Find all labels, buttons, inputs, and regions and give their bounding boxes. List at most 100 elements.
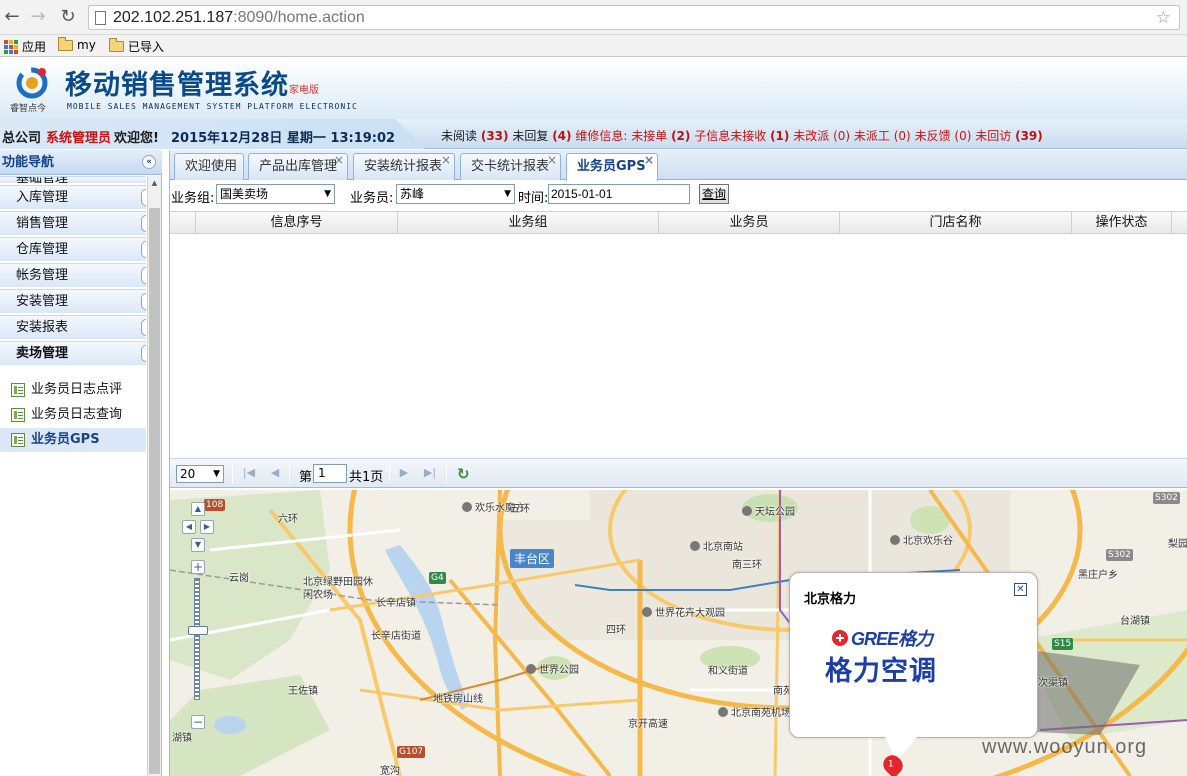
browser-toolbar: ← → ↻ 202.102.251.187:8090/home.action ☆ (0, 0, 1187, 35)
unread-link[interactable]: 未阅读 (441, 129, 477, 143)
pan-right-icon[interactable]: ▶ (200, 520, 214, 534)
close-icon[interactable]: ✕ (1014, 583, 1027, 596)
tab-sales-gps[interactable]: 业务员GPS × (566, 153, 658, 181)
close-icon[interactable]: × (334, 148, 344, 173)
unaccepted-link[interactable]: 未接单 (631, 129, 667, 143)
undispatched-count: (0) (893, 129, 911, 143)
tab-install-report[interactable]: 安装统计报表 × (353, 153, 455, 180)
first-page-icon[interactable]: |◀ (241, 465, 257, 481)
map-label: 世界花卉大观园 (642, 604, 725, 619)
pan-left-icon[interactable]: ◀ (182, 520, 196, 534)
road-shield: G4 (429, 572, 446, 584)
bookmark-star-icon[interactable]: ☆ (1156, 6, 1171, 29)
unreplied-link[interactable]: 未回复 (512, 129, 548, 143)
prev-page-icon[interactable]: ◀ (267, 465, 283, 481)
pan-down-icon[interactable]: ▼ (191, 538, 205, 552)
sidebar-item-install[interactable]: 安装管理 (0, 289, 146, 314)
folder-icon (109, 38, 124, 52)
unreplied-count: (4) (552, 129, 572, 143)
sidebar-item-warehouse[interactable]: 仓库管理 (0, 237, 146, 262)
tab-card-report[interactable]: 交卡统计报表 × (460, 153, 561, 180)
sidebar-item-inbound[interactable]: 入库管理 (0, 185, 146, 210)
bookmark-apps[interactable]: 应用 (4, 38, 46, 55)
sidebar-item-label: 入库管理 (16, 190, 69, 205)
sidebar-item-install-report[interactable]: 安装报表 (0, 315, 146, 340)
map-view[interactable]: 欢乐水魔方 天坛公园 北京南站 北京欢乐谷 丰台区 云岗 北京绿野田园休闲农场 … (170, 490, 1187, 776)
page-icon (95, 11, 106, 25)
group-select[interactable]: 国美卖场 ▼ (216, 184, 335, 204)
sidebar-subitem-gps[interactable]: 业务员GPS (0, 428, 146, 452)
dropdown-arrow-icon: ▼ (324, 189, 331, 199)
unchanged-link[interactable]: 未改派 (793, 129, 829, 143)
expand-handle (141, 319, 146, 336)
forward-icon[interactable]: → (27, 6, 49, 28)
zoom-out-icon[interactable]: − (191, 715, 205, 729)
sidebar-subitem-log-query[interactable]: 业务员日志查询 (0, 403, 146, 427)
bookmark-label: 已导入 (128, 40, 165, 54)
sidebar-scrollbar[interactable]: ▲ ▼ (147, 176, 161, 776)
app-header: 睿智点今 移动销售管理系统 家电版 MOBILE SALES MANAGEMEN… (0, 57, 1187, 119)
zoom-slider[interactable] (188, 626, 208, 635)
close-icon[interactable]: × (644, 148, 654, 173)
notification-summary: 未阅读 (33) 未回复 (4) 维修信息: 未接单 (2) 子信息未接收 (1… (441, 127, 1043, 144)
address-bar[interactable]: 202.102.251.187:8090/home.action ☆ (88, 5, 1180, 30)
close-icon[interactable]: × (441, 148, 451, 173)
tab-product-out[interactable]: 产品出库管理 × (248, 153, 348, 180)
bookmark-my[interactable]: my (58, 36, 96, 52)
close-icon[interactable]: × (547, 148, 557, 173)
page-number-input[interactable]: 1 (313, 464, 347, 483)
url-host: 202.102.251.187 (113, 9, 234, 26)
url-path: :8090/home.action (233, 9, 365, 26)
poi-icon (642, 607, 652, 617)
scroll-thumb[interactable] (149, 208, 160, 774)
next-page-icon[interactable]: ▶ (396, 465, 412, 481)
map-label: 北京欢乐谷 (890, 532, 953, 547)
page-size-value: 20 (180, 467, 196, 481)
zoom-in-icon[interactable]: + (191, 560, 205, 574)
sidebar-title: 功能导航 (2, 155, 55, 170)
airport-icon (718, 707, 728, 717)
map-label: 梨园 (1168, 539, 1187, 550)
watermark: www.wooyun.org (982, 736, 1148, 758)
column-header[interactable]: 操作状态 (1072, 212, 1172, 234)
unfeedback-link[interactable]: 未反馈 (915, 129, 951, 143)
logo-caption: 睿智点今 (10, 104, 47, 114)
column-header[interactable]: 信息序号 (196, 212, 398, 234)
sidebar-item-label: 基础管理 (16, 176, 69, 184)
column-header[interactable]: 门店名称 (840, 212, 1072, 234)
staff-select[interactable]: 苏峰 ▼ (396, 184, 515, 204)
tab-welcome[interactable]: 欢迎使用 (174, 153, 244, 180)
collapse-left-icon[interactable]: « (142, 155, 156, 169)
sidebar-subitem-log-review[interactable]: 业务员日志点评 (0, 378, 146, 402)
last-page-icon[interactable]: ▶| (422, 465, 438, 481)
sidebar-item-label: 帐务管理 (16, 268, 69, 283)
refresh-icon[interactable]: ↻ (457, 466, 473, 482)
app-edition: 家电版 (289, 85, 319, 96)
query-button[interactable]: 查询 (699, 184, 730, 204)
reload-icon[interactable]: ↻ (57, 6, 79, 28)
sidebar-item-label: 安装报表 (16, 320, 69, 335)
sidebar-item-label: 卖场管理 (16, 346, 69, 361)
unvisited-link[interactable]: 未回访 (975, 129, 1011, 143)
sidebar-item-sales[interactable]: 销售管理 (0, 211, 146, 236)
tab-label: 欢迎使用 (185, 159, 238, 174)
page-size-select[interactable]: 20 ▼ (176, 465, 224, 483)
poi-icon (462, 502, 472, 512)
map-label-text: 天坛公园 (755, 507, 795, 518)
pan-up-icon[interactable]: ▲ (191, 502, 205, 516)
scroll-up-icon[interactable]: ▲ (148, 179, 161, 191)
map-label-text: 北京欢乐谷 (903, 536, 953, 547)
sidebar-item-store[interactable]: 卖场管理 (0, 341, 146, 366)
bookmark-label: my (77, 38, 96, 52)
column-header[interactable]: 业务组 (398, 212, 659, 234)
zoom-track[interactable] (194, 578, 200, 700)
undispatched-link[interactable]: 未派工 (854, 129, 890, 143)
subinfo-link[interactable]: 子信息未接收 (694, 129, 766, 143)
sidebar-item-basic[interactable]: 基础管理 (0, 176, 146, 184)
sidebar-item-accounts[interactable]: 帐务管理 (0, 263, 146, 288)
bookmark-imported[interactable]: 已导入 (109, 38, 164, 55)
map-label: 长辛店镇 (376, 598, 416, 609)
time-input[interactable]: 2015-01-01 (548, 184, 690, 204)
column-header[interactable]: 业务员 (659, 212, 840, 234)
back-icon[interactable]: ← (1, 6, 23, 28)
